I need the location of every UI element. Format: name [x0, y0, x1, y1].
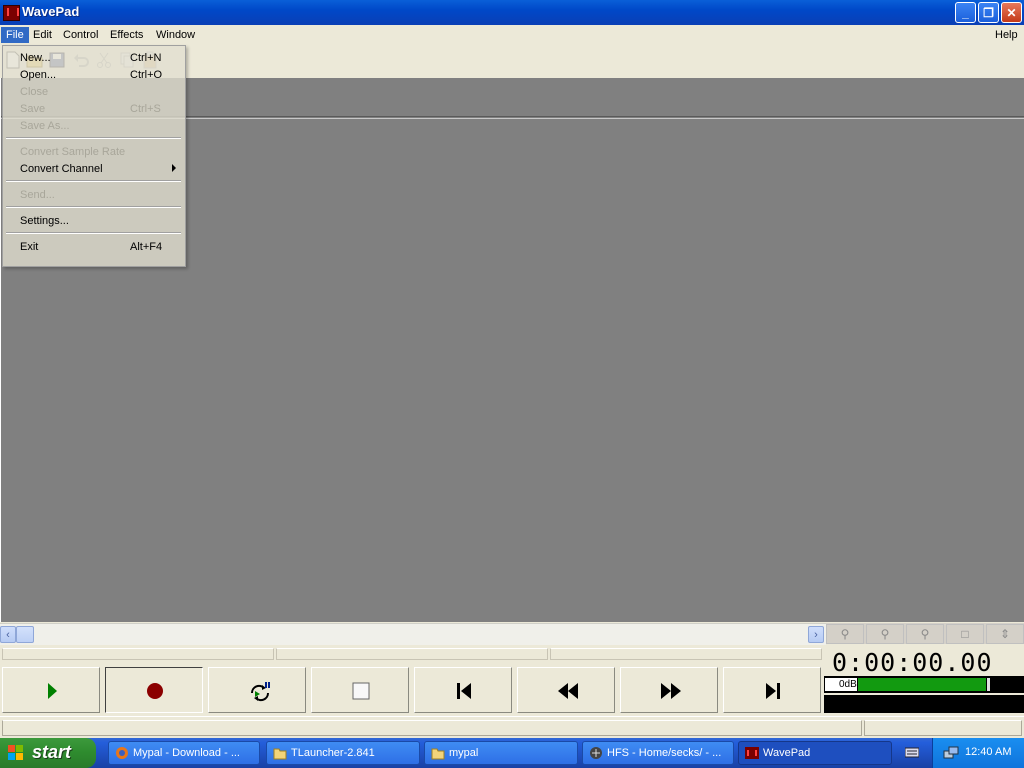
menu-edit[interactable]: Edit [28, 27, 57, 43]
taskbar-item-mypal[interactable]: Mypal - Download - ... [108, 741, 260, 765]
menu-item-exit[interactable]: Exit [20, 240, 38, 254]
scroll-thumb[interactable] [16, 626, 34, 643]
position-segment [550, 648, 822, 660]
taskbar-item-tlauncher[interactable]: TLauncher-2.841 [266, 741, 420, 765]
start-button[interactable]: start [0, 738, 96, 768]
network-icon[interactable] [943, 745, 959, 761]
taskbar-item-hfs[interactable]: HFS - Home/secks/ - ... [582, 741, 734, 765]
zoom-selection-icon[interactable]: ⚲ [906, 624, 944, 644]
status-main [2, 720, 862, 736]
task-label: Mypal - Download - ... [133, 747, 240, 759]
menu-item-new[interactable]: New... [20, 51, 51, 65]
meter-label: 0dB [825, 678, 857, 691]
restore-button[interactable]: ❐ [978, 2, 999, 23]
start-label: start [32, 742, 72, 762]
menu-item-settings[interactable]: Settings... [20, 214, 69, 228]
go-to-end-button[interactable] [723, 667, 821, 713]
horizontal-scrollbar[interactable]: ‹ › [0, 623, 826, 645]
position-segment [2, 648, 274, 660]
status-aux [864, 720, 1022, 736]
folder-icon [431, 748, 445, 760]
taskbar-item-mypal-folder[interactable]: mypal [424, 741, 578, 765]
menu-item-close: Close [20, 86, 49, 98]
loop-play-icon [250, 682, 270, 702]
menu-separator [6, 232, 181, 234]
folder-icon [273, 748, 287, 760]
go-to-end-icon [766, 683, 780, 699]
menu-separator [6, 206, 181, 208]
menu-separator [6, 137, 181, 139]
menu-effects[interactable]: Effects [105, 27, 148, 43]
menu-item-send: Send... [20, 189, 55, 201]
zoom-vertical-icon[interactable]: ⇕ [986, 624, 1024, 644]
meter-peak-marker [987, 678, 990, 691]
keyboard-icon[interactable] [905, 746, 919, 758]
status-bar [0, 716, 1024, 739]
title-bar: WavePad _ ❐ ✕ [0, 0, 1024, 25]
menu-help[interactable]: Help [990, 27, 1023, 43]
position-segment [276, 648, 548, 660]
task-label: TLauncher-2.841 [291, 747, 375, 759]
close-button[interactable]: ✕ [1001, 2, 1022, 23]
shortcut-save: Ctrl+S [130, 103, 161, 115]
wavepad-icon [745, 747, 759, 759]
menu-item-convert-sample-rate: Convert Sample Rate [20, 146, 126, 158]
windows-logo-icon [8, 745, 23, 760]
secondary-meter [824, 695, 1024, 713]
rewind-button[interactable] [517, 667, 615, 713]
window-title: WavePad [22, 4, 80, 19]
wavepad-app-icon[interactable] [3, 5, 20, 21]
menu-item-save-as: Save As... [20, 120, 70, 132]
minimize-button[interactable]: _ [955, 2, 976, 23]
task-label: WavePad [763, 747, 811, 759]
zoom-full-icon[interactable]: □ [946, 624, 984, 644]
transport-controls [0, 664, 824, 716]
loop-play-button[interactable] [208, 667, 306, 713]
shortcut-exit: Alt+F4 [130, 241, 163, 253]
time-display-panel: 0:00:00.00 0dB [824, 648, 1024, 716]
position-strip [0, 648, 824, 662]
fast-forward-icon [661, 683, 681, 699]
clock[interactable]: 12:40 AM [965, 746, 1011, 758]
menu-item-open[interactable]: Open... [20, 68, 56, 82]
fast-forward-button[interactable] [620, 667, 718, 713]
taskbar: start Mypal - Download - ... TLauncher-2… [0, 738, 1024, 768]
time-counter: 0:00:00.00 [832, 648, 993, 677]
shortcut-open: Ctrl+O [130, 69, 163, 81]
meter-level-fill [858, 678, 986, 691]
mypal-browser-icon [116, 747, 128, 759]
system-tray: 12:40 AM [932, 738, 1024, 768]
submenu-arrow-icon [172, 164, 176, 172]
rewind-icon [558, 683, 578, 699]
menu-item-save: Save [20, 103, 46, 115]
menu-item-convert-channel[interactable]: Convert Channel [20, 162, 103, 176]
taskbar-item-wavepad[interactable]: WavePad [738, 741, 892, 765]
zoom-out-icon[interactable]: ⚲ [866, 624, 904, 644]
stop-button[interactable] [311, 667, 409, 713]
play-icon [48, 683, 57, 699]
stop-icon [352, 682, 370, 700]
zoom-toolbar: ⚲ ⚲ ⚲ □ ⇕ [826, 623, 1024, 644]
scroll-left-button[interactable]: ‹ [0, 626, 16, 643]
menu-separator [6, 180, 181, 182]
record-icon [147, 683, 163, 699]
scroll-right-button[interactable]: › [808, 626, 824, 643]
menu-control[interactable]: Control [58, 27, 103, 43]
go-to-start-icon [457, 683, 471, 699]
go-to-start-button[interactable] [414, 667, 512, 713]
file-menu-dropdown: New... Ctrl+N Open... Ctrl+O Close Save … [2, 45, 186, 267]
zoom-in-icon[interactable]: ⚲ [826, 624, 864, 644]
menu-bar: File Edit Control Effects Window Help [0, 25, 1024, 45]
menu-file[interactable]: File [1, 27, 29, 43]
shortcut-new: Ctrl+N [130, 52, 162, 64]
task-label: mypal [449, 747, 479, 759]
record-button[interactable] [105, 667, 203, 713]
play-button[interactable] [2, 667, 100, 713]
level-meter: 0dB [824, 676, 1024, 693]
task-label: HFS - Home/secks/ - ... [607, 747, 722, 759]
menu-window[interactable]: Window [151, 27, 200, 43]
hfs-server-icon [590, 747, 602, 759]
